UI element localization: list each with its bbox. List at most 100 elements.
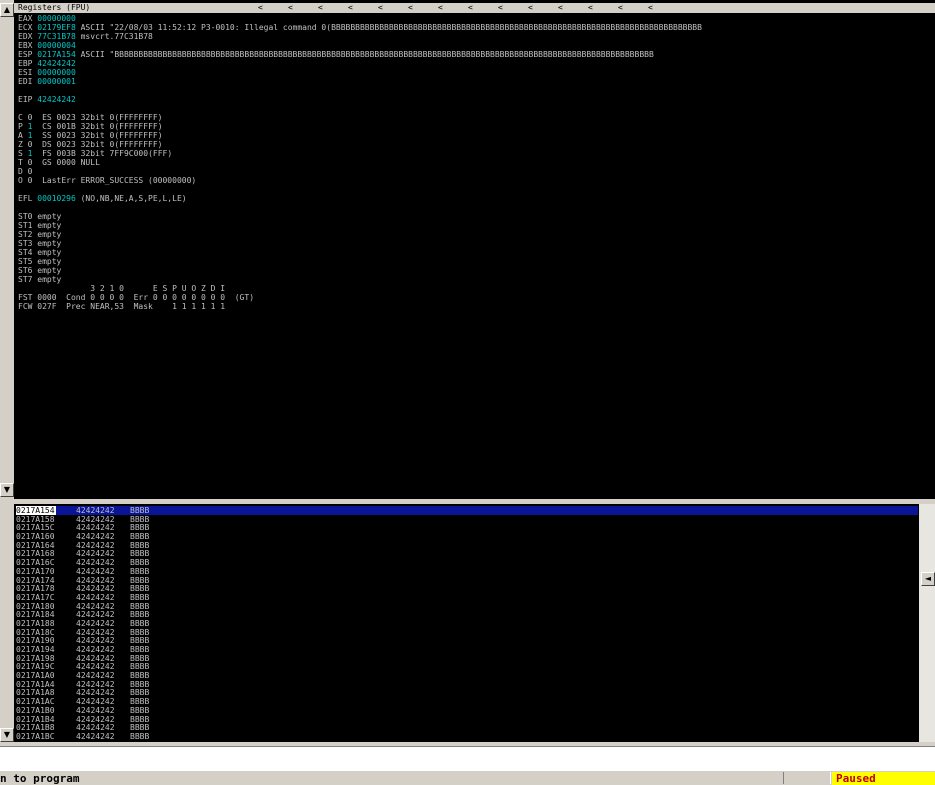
register-line[interactable]: C 0 ES 0023 32bit 0(FFFFFFFF) <box>18 113 702 122</box>
register-line[interactable]: FCW 027F Prec NEAR,53 Mask 1 1 1 1 1 1 <box>18 302 702 311</box>
register-line[interactable]: EDI 00000001 <box>18 77 702 86</box>
stack-value: 42424242 <box>76 645 115 654</box>
stack-row[interactable]: 0217A15C 42424242 BBBB <box>16 523 918 532</box>
stack-address: 0217A170 <box>16 566 55 576</box>
scroll-up-icon[interactable]: ▲ <box>0 3 14 17</box>
register-line[interactable]: ECX 02179EF8 ASCII "22/08/03 11:52:12 P3… <box>18 23 702 32</box>
registers-nav-arrow[interactable]: < <box>348 3 353 13</box>
stack-scrollbar[interactable]: ◄ <box>919 504 935 742</box>
register-value: 02179EF8 <box>37 23 76 32</box>
registers-nav-arrow[interactable]: < <box>378 3 383 13</box>
register-value: 00000001 <box>37 77 76 86</box>
stack-row[interactable]: 0217A19C 42424242 BBBB <box>16 662 918 671</box>
register-line[interactable]: S 1 FS 003B 32bit 7FF9C000(FFF) <box>18 149 702 158</box>
stack-row[interactable]: 0217A190 42424242 BBBB <box>16 636 918 645</box>
registers-nav-arrow[interactable]: < <box>588 3 593 13</box>
register-line[interactable]: T 0 GS 0000 NULL <box>18 158 702 167</box>
registers-scrollbar[interactable]: ▲ ▼ <box>0 0 14 499</box>
register-line[interactable]: ST5 empty <box>18 257 702 266</box>
stack-row[interactable]: 0217A160 42424242 BBBB <box>16 532 918 541</box>
stack-left-scrollbar[interactable]: ▼ <box>0 504 14 742</box>
stack-row[interactable]: 0217A184 42424242 BBBB <box>16 610 918 619</box>
register-line[interactable] <box>18 185 702 194</box>
register-line[interactable]: ST3 empty <box>18 239 702 248</box>
register-line[interactable]: D 0 <box>18 167 702 176</box>
register-label: ST3 empty <box>18 239 62 248</box>
stack-row[interactable]: 0217A198 42424242 BBBB <box>16 654 918 663</box>
stack-row[interactable]: 0217A1A0 42424242 BBBB <box>16 671 918 680</box>
stack-row[interactable]: 0217A1B0 42424242 BBBB <box>16 706 918 715</box>
register-line[interactable] <box>18 104 702 113</box>
stack-row[interactable]: 0217A154 42424242 BBBB <box>16 506 918 515</box>
status-message: n to program <box>0 772 80 785</box>
scroll-down-icon[interactable]: ▼ <box>0 483 14 497</box>
stack-view[interactable]: 0217A154 42424242 BBBB 0217A158 42424242 BBBB… <box>14 504 919 742</box>
registers-nav-arrow[interactable]: < <box>438 3 443 13</box>
register-line[interactable]: ST6 empty <box>18 266 702 275</box>
register-line[interactable]: ST2 empty <box>18 230 702 239</box>
register-line[interactable]: 3 2 1 0 E S P U O Z D I <box>18 284 702 293</box>
stack-row[interactable]: 0217A1B4 42424242 BBBB <box>16 715 918 724</box>
registers-nav-arrow[interactable]: < <box>528 3 533 13</box>
stack-row[interactable]: 0217A168 42424242 BBBB <box>16 549 918 558</box>
stack-pane[interactable]: ▼ 0217A154 42424242 BBBB 0217A158 42424242 BB… <box>0 504 935 742</box>
registers-header[interactable]: Registers (FPU) < < < < < < < < < < < < < < <box>14 3 935 13</box>
registers-nav-arrow[interactable]: < <box>558 3 563 13</box>
registers-nav-arrow[interactable]: < <box>498 3 503 13</box>
stack-value: 42424242 <box>76 679 115 689</box>
stack-row[interactable]: 0217A180 42424242 BBBB <box>16 602 918 611</box>
register-line[interactable]: ST4 empty <box>18 248 702 257</box>
registers-nav-arrow[interactable]: < <box>408 3 413 13</box>
registers-nav-arrow[interactable]: < <box>288 3 293 13</box>
register-line[interactable]: EFL 00010296 (NO,NB,NE,A,S,PE,L,LE) <box>18 194 702 203</box>
registers-pane[interactable]: ▲ ▼ Registers (FPU) < < < < < < < < < < < < < < EAX 0… <box>0 0 935 499</box>
register-line[interactable]: ST1 empty <box>18 221 702 230</box>
stack-row[interactable]: 0217A18C 42424242 BBBB <box>16 628 918 637</box>
registers-nav-arrow[interactable]: < <box>468 3 473 13</box>
registers-nav-arrow[interactable]: < <box>618 3 623 13</box>
stack-row[interactable]: 0217A1AC 42424242 BBBB <box>16 697 918 706</box>
register-line[interactable]: EDX 77C31B78 msvcrt.77C31B78 <box>18 32 702 41</box>
register-line[interactable]: P 1 CS 001B 32bit 0(FFFFFFFF) <box>18 122 702 131</box>
register-line[interactable]: A 1 SS 0023 32bit 0(FFFFFFFF) <box>18 131 702 140</box>
stack-row[interactable]: 0217A194 42424242 BBBB <box>16 645 918 654</box>
stack-row[interactable]: 0217A16C 42424242 BBBB <box>16 558 918 567</box>
register-line[interactable]: EIP 42424242 <box>18 95 702 104</box>
register-line[interactable]: EBX 00000004 <box>18 41 702 50</box>
registers-nav-arrow[interactable]: < <box>258 3 263 13</box>
scroll-left-icon[interactable]: ◄ <box>921 572 935 586</box>
register-line[interactable]: ESP 0217A154 ASCII "BBBBBBBBBBBBBBBBBBBB… <box>18 50 702 59</box>
registers-view[interactable]: EAX 00000000 ECX 02179EF8 ASCII "22/08/03… <box>14 13 935 495</box>
register-label: ST2 empty <box>18 230 62 239</box>
register-line[interactable] <box>18 203 702 212</box>
register-line[interactable]: EAX 00000000 <box>18 14 702 23</box>
register-line[interactable]: EBP 42424242 <box>18 59 702 68</box>
stack-row[interactable]: 0217A1BC 42424242 BBBB <box>16 732 918 741</box>
stack-row[interactable]: 0217A158 42424242 BBBB <box>16 515 918 524</box>
stack-address: 0217A184 <box>16 610 55 620</box>
register-label: ESI <box>18 68 38 77</box>
registers-nav-arrow[interactable]: < <box>648 3 653 13</box>
register-line[interactable]: FST 0000 Cond 0 0 0 0 Err 0 0 0 0 0 0 0 … <box>18 293 702 302</box>
register-line[interactable]: ST0 empty <box>18 212 702 221</box>
stack-value: 42424242 <box>76 566 115 576</box>
stack-row[interactable]: 0217A1B8 42424242 BBBB <box>16 723 918 732</box>
stack-address: 0217A180 <box>16 601 55 611</box>
stack-row[interactable]: 0217A164 42424242 BBBB <box>16 541 918 550</box>
register-comment: msvcrt.77C31B78 <box>75 32 153 41</box>
register-line[interactable]: ESI 00000000 <box>18 68 702 77</box>
stack-row[interactable]: 0217A170 42424242 BBBB <box>16 567 918 576</box>
stack-row[interactable]: 0217A17C 42424242 BBBB <box>16 593 918 602</box>
stack-row[interactable]: 0217A188 42424242 BBBB <box>16 619 918 628</box>
register-line[interactable]: O 0 LastErr ERROR_SUCCESS (00000000) <box>18 176 702 185</box>
command-line[interactable] <box>0 746 935 772</box>
register-line[interactable] <box>18 86 702 95</box>
stack-row[interactable]: 0217A1A4 42424242 BBBB <box>16 680 918 689</box>
register-line[interactable]: ST7 empty <box>18 275 702 284</box>
registers-nav-arrow[interactable]: < <box>318 3 323 13</box>
stack-row[interactable]: 0217A1A8 42424242 BBBB <box>16 688 918 697</box>
scroll-down-icon[interactable]: ▼ <box>0 728 14 742</box>
stack-row[interactable]: 0217A174 42424242 BBBB <box>16 576 918 585</box>
register-line[interactable]: Z 0 DS 0023 32bit 0(FFFFFFFF) <box>18 140 702 149</box>
stack-row[interactable]: 0217A178 42424242 BBBB <box>16 584 918 593</box>
